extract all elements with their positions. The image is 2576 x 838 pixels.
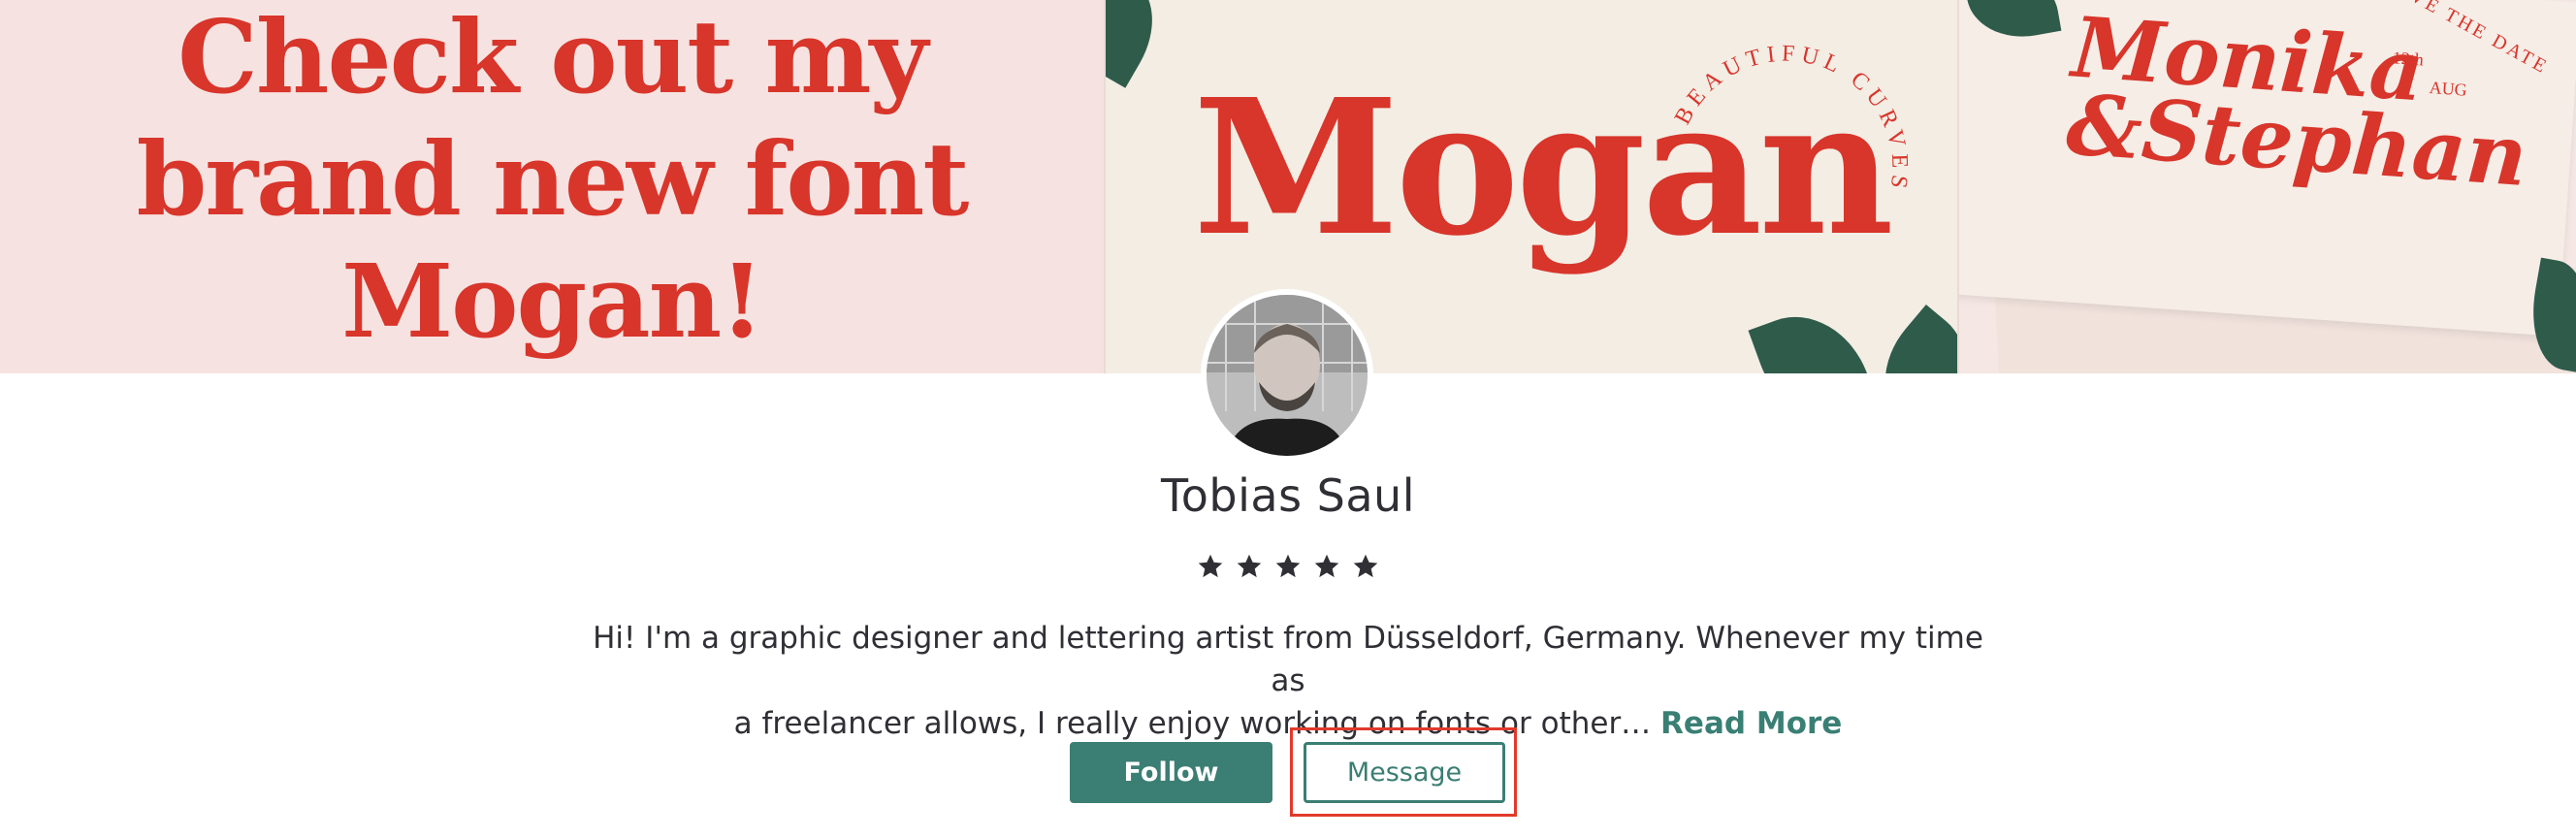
curves-text: BEAUTIFUL CURVES [1670,41,1907,195]
banner-invitation-panel: Monika &Stephan SAVE THE DATE 12th AUG [1959,0,2576,373]
leaf-decoration [1106,0,1175,88]
promo-line-2: brand new font [136,119,970,239]
banner-promo-text: Check out my brand new font Mogan! [0,0,1104,363]
rating-stars [0,553,2576,580]
leaf-decoration [1748,297,1880,373]
invitation-name-2: &Stephan [2063,76,2530,207]
avatar-photo [1207,295,1368,456]
banner-promo-panel: Check out my brand new font Mogan! [0,0,1104,373]
message-button[interactable]: Message [1304,742,1505,803]
avatar[interactable] [1201,289,1373,462]
star-icon [1198,554,1223,578]
star-icon [1353,554,1378,578]
promo-line-1: Check out my [177,0,928,116]
read-more-link[interactable]: Read More [1660,706,1842,741]
bio-line-1: Hi! I'm a graphic designer and lettering… [593,621,1983,698]
star-icon [1275,554,1301,578]
profile-name: Tobias Saul [1160,469,1415,522]
leaf-decoration [1857,304,1957,373]
follow-button[interactable]: Follow [1070,742,1272,803]
beautiful-curves-arc: BEAUTIFUL CURVES [1670,41,1913,195]
profile-bio: Hi! I'm a graphic designer and lettering… [582,617,1994,745]
person-silhouette-icon [1207,295,1368,456]
star-icon [1314,554,1339,578]
invitation-card: Monika &Stephan SAVE THE DATE 12th AUG [1959,0,2576,337]
date-day: 12th [2392,48,2425,70]
promo-line-3: Mogan! [341,242,764,361]
svg-text:BEAUTIFUL CURVES: BEAUTIFUL CURVES [1670,41,1913,195]
star-icon [1237,554,1262,578]
date-month: AUG [2429,78,2468,100]
bio-line-2: a freelancer allows, I really enjoy work… [582,702,1994,745]
